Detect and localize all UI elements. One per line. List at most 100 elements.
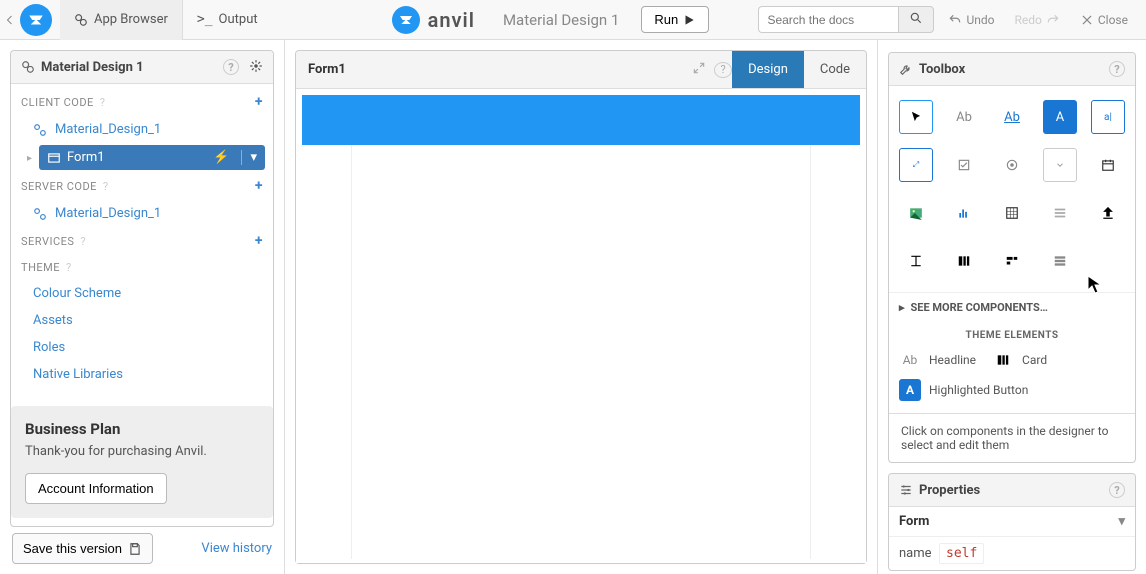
theme-colour-scheme[interactable]: Colour Scheme <box>11 280 273 307</box>
back-button[interactable] <box>0 13 16 27</box>
form-title: Form1 <box>296 52 358 87</box>
button-icon: A <box>899 379 921 401</box>
designer-area: Form1 ? Design Code <box>285 40 878 574</box>
window-icon <box>47 151 61 165</box>
gears-icon <box>74 13 88 27</box>
view-history-link[interactable]: View history <box>201 541 272 556</box>
sliders-icon <box>899 483 913 497</box>
add-client-button[interactable]: + <box>255 94 263 110</box>
theme-native-libraries[interactable]: Native Libraries <box>11 361 273 388</box>
tool-file-loader[interactable] <box>1091 196 1125 230</box>
plan-text: Thank-you for purchasing Anvil. <box>25 444 259 459</box>
add-server-button[interactable]: + <box>255 178 263 194</box>
help-icon[interactable]: ? <box>100 96 106 109</box>
help-icon[interactable]: ? <box>103 180 109 193</box>
tool-button[interactable]: A <box>1043 100 1077 134</box>
left-sidebar: Material Design 1 ? CLIENT CODE ? + Mate… <box>0 40 285 574</box>
theme-elem-card[interactable]: Card <box>992 349 1047 371</box>
prop-name-label: name <box>899 546 939 561</box>
lightning-icon: ⚡ <box>213 150 229 165</box>
services-label: SERVICES <box>21 235 74 248</box>
form1-label: Form1 <box>67 150 105 165</box>
search-input[interactable] <box>758 6 898 33</box>
tool-spacer[interactable] <box>899 244 933 278</box>
help-icon[interactable]: ? <box>1109 482 1125 498</box>
tool-flow-panel[interactable] <box>995 244 1029 278</box>
theme-elem-headline[interactable]: Ab Headline <box>899 349 976 371</box>
form-section-label: Form <box>899 514 929 529</box>
tool-link[interactable]: Ab <box>995 100 1029 134</box>
tool-datepicker[interactable] <box>1091 148 1125 182</box>
account-info-button[interactable]: Account Information <box>25 473 167 504</box>
tool-plot[interactable] <box>947 196 981 230</box>
tool-textarea[interactable]: ⤢ <box>899 148 933 182</box>
brand-name: anvil <box>428 8 475 32</box>
tool-radio[interactable] <box>995 148 1029 182</box>
list-icon <box>1053 206 1067 220</box>
rows-icon <box>1053 254 1067 268</box>
tool-linear-panel[interactable] <box>1043 244 1077 278</box>
help-icon[interactable]: ? <box>714 62 732 78</box>
save-version-button[interactable]: Save this version <box>12 533 153 564</box>
headline-label: Headline <box>929 353 976 367</box>
theme-elem-highlighted-button[interactable]: A Highlighted Button <box>899 379 1028 401</box>
prop-name-value[interactable]: self <box>939 543 984 564</box>
app-panel-title: Material Design 1 <box>41 60 144 75</box>
right-sidebar: Toolbox ? Ab Ab A a| ⤢ <box>878 40 1146 574</box>
theme-elements-heading: THEME ELEMENTS <box>889 322 1135 349</box>
help-icon[interactable]: ? <box>66 261 72 274</box>
help-icon[interactable]: ? <box>1109 61 1125 77</box>
toolbox-grid: Ab Ab A a| ⤢ <box>889 86 1135 292</box>
tool-column-panel[interactable] <box>947 244 981 278</box>
chevron-down-icon <box>1055 160 1065 170</box>
toolbox-title: Toolbox <box>919 62 965 77</box>
help-icon[interactable]: ? <box>223 59 239 75</box>
client-package-item[interactable]: Material_Design_1 <box>11 116 273 143</box>
app-browser-tab[interactable]: App Browser <box>60 0 183 40</box>
theme-assets[interactable]: Assets <box>11 307 273 334</box>
properties-form-section[interactable]: Form ▾ <box>889 507 1135 537</box>
close-label: Close <box>1098 13 1128 27</box>
play-icon <box>682 13 696 27</box>
run-button[interactable]: Run <box>641 6 709 33</box>
server-package-item[interactable]: Material_Design_1 <box>11 200 273 227</box>
save-label: Save this version <box>23 541 122 556</box>
text-icon: Ab <box>899 349 921 371</box>
tool-pointer[interactable] <box>899 100 933 134</box>
chevron-down-icon: ▾ <box>1118 514 1125 529</box>
form1-item[interactable]: Form1 ⚡ ▾ <box>39 145 265 170</box>
caret-right-icon[interactable]: ▸ <box>27 153 32 164</box>
design-tab[interactable]: Design <box>732 51 804 88</box>
help-icon[interactable]: ? <box>80 235 86 248</box>
theme-roles[interactable]: Roles <box>11 334 273 361</box>
brand-area: anvil Material Design 1 Run <box>392 6 710 34</box>
search-button[interactable] <box>898 6 934 33</box>
undo-button[interactable]: Undo <box>942 13 1000 27</box>
add-service-button[interactable]: + <box>255 233 263 249</box>
card-label: Card <box>1022 353 1047 367</box>
redo-button[interactable]: Redo <box>1008 13 1065 27</box>
tool-repeating[interactable] <box>1043 196 1077 230</box>
form-app-bar[interactable] <box>302 95 860 145</box>
code-tab[interactable]: Code <box>804 51 866 88</box>
tool-textbox[interactable]: a| <box>1091 100 1125 134</box>
tool-data-grid[interactable] <box>995 196 1029 230</box>
gear-icon[interactable] <box>249 59 263 73</box>
form-dropdown-button[interactable]: ▾ <box>241 150 257 165</box>
tool-image[interactable] <box>899 196 933 230</box>
design-canvas[interactable] <box>296 89 866 563</box>
anvil-logo-icon[interactable] <box>20 4 52 36</box>
form-body[interactable] <box>351 145 811 559</box>
tool-label[interactable]: Ab <box>947 100 981 134</box>
tool-checkbox[interactable] <box>947 148 981 182</box>
close-button[interactable]: Close <box>1074 13 1134 27</box>
expand-icon[interactable] <box>684 61 714 79</box>
theme-section: THEME ? <box>11 255 273 280</box>
output-label: Output <box>219 12 258 27</box>
flow-icon <box>1005 254 1019 268</box>
redo-icon <box>1046 13 1060 27</box>
see-more-components[interactable]: ▸ SEE MORE COMPONENTS… <box>889 292 1135 322</box>
gears-icon <box>21 60 35 74</box>
tool-dropdown[interactable] <box>1043 148 1077 182</box>
output-tab[interactable]: >_ Output <box>183 0 272 40</box>
